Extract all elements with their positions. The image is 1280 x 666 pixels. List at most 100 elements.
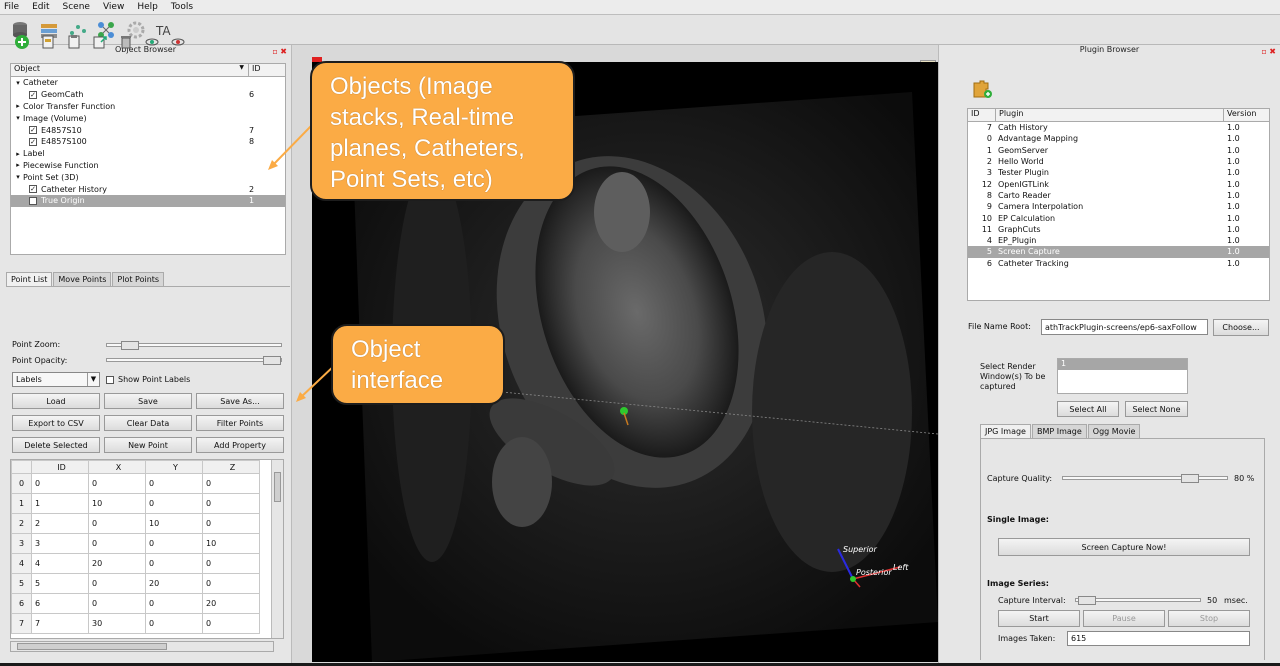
point-opacity-knob[interactable] xyxy=(263,356,281,365)
table-cell[interactable]: 0 xyxy=(88,593,146,614)
plugin-col-version[interactable]: Version xyxy=(1224,109,1256,121)
tree-item[interactable]: ▸ Color Transfer Function xyxy=(11,101,285,113)
tab-plot-points[interactable]: Plot Points xyxy=(112,272,165,286)
plugin-row[interactable]: 5 Screen Capture 1.0 xyxy=(968,246,1269,258)
new-point-button[interactable]: New Point xyxy=(104,437,192,453)
add-object-icon[interactable] xyxy=(14,34,30,50)
table-row[interactable]: 4 4 20 0 0 xyxy=(11,553,260,574)
table-row[interactable]: 7 7 30 0 0 xyxy=(11,613,260,634)
table-vertical-scrollbar[interactable] xyxy=(271,460,283,638)
id-column-header[interactable]: ID xyxy=(249,64,261,76)
menu-edit[interactable]: Edit xyxy=(32,2,49,12)
expand-arrow-icon[interactable]: ▾ xyxy=(13,79,23,87)
table-cell[interactable]: 0 xyxy=(88,473,146,494)
collapse-arrow-icon[interactable]: ▸ xyxy=(13,161,23,169)
plugin-row[interactable]: 9 Camera Interpolation 1.0 xyxy=(968,201,1269,212)
plugin-col-name[interactable]: Plugin xyxy=(996,109,1224,121)
row-header[interactable]: 1 xyxy=(11,493,32,514)
point-zoom-slider[interactable] xyxy=(106,341,282,350)
start-button[interactable]: Start xyxy=(998,610,1080,627)
filter-points-button[interactable]: Filter Points xyxy=(196,415,284,431)
table-row[interactable]: 00000 xyxy=(11,473,260,494)
capture-interval-slider[interactable] xyxy=(1075,596,1201,605)
dock-close-icon[interactable]: ▫ ✖ xyxy=(1261,47,1276,56)
choose-button[interactable]: Choose... xyxy=(1213,319,1269,336)
table-cell[interactable]: 20 xyxy=(145,573,203,594)
point-zoom-knob[interactable] xyxy=(121,341,139,350)
tree-item[interactable]: ▸ Label xyxy=(11,148,285,160)
col-header-z[interactable]: Z xyxy=(202,460,260,474)
point-opacity-slider[interactable] xyxy=(106,356,282,365)
tree-item[interactable]: ✓ E4857S10 7 xyxy=(11,124,285,136)
tree-item[interactable]: ✓ E4857S100 8 xyxy=(11,136,285,148)
plugin-row[interactable]: 8 Carto Reader 1.0 xyxy=(968,190,1269,201)
menu-scene[interactable]: Scene xyxy=(63,2,90,12)
add-plugin-icon[interactable] xyxy=(972,79,994,102)
table-cell[interactable]: 0 xyxy=(145,593,203,614)
dock-close-icon[interactable]: ▫ ✖ xyxy=(272,47,287,56)
row-header[interactable]: 5 xyxy=(11,573,32,594)
menu-help[interactable]: Help xyxy=(137,2,158,12)
table-cell[interactable]: 0 xyxy=(202,613,260,634)
plugin-row[interactable]: 1 GeomServer 1.0 xyxy=(968,145,1269,156)
table-hscroll-thumb[interactable] xyxy=(17,643,167,650)
show-point-labels[interactable]: Show Point Labels xyxy=(106,375,190,384)
table-cell[interactable]: 0 xyxy=(202,513,260,534)
expand-arrow-icon[interactable]: ▾ xyxy=(13,173,23,181)
table-cell[interactable]: 0 xyxy=(145,613,203,634)
load-button[interactable]: Load xyxy=(12,393,100,409)
table-cell[interactable]: 0 xyxy=(145,473,203,494)
save-button[interactable]: Save xyxy=(104,393,192,409)
menu-view[interactable]: View xyxy=(103,2,124,12)
visibility-checkbox[interactable] xyxy=(29,196,37,205)
images-taken-field[interactable]: 615 xyxy=(1067,631,1250,646)
render-window-item[interactable]: 1 xyxy=(1058,359,1187,370)
hide-icon[interactable] xyxy=(170,34,186,50)
plugin-row[interactable]: 0 Advantage Mapping 1.0 xyxy=(968,133,1269,144)
save-as-button[interactable]: Save As... xyxy=(196,393,284,409)
table-cell[interactable]: 0 xyxy=(31,473,89,494)
table-cell[interactable]: 30 xyxy=(88,613,146,634)
tree-item[interactable]: ▾ Catheter xyxy=(11,77,285,89)
object-column-header[interactable]: Object ▼ xyxy=(11,64,249,76)
table-cell[interactable]: 0 xyxy=(145,553,203,574)
table-cell[interactable]: 10 xyxy=(202,533,260,554)
table-row[interactable]: 1 1 10 0 0 xyxy=(11,493,260,514)
show-icon[interactable] xyxy=(144,34,160,50)
visibility-checkbox[interactable]: ✓ xyxy=(29,126,37,135)
tab-ogg-movie[interactable]: Ogg Movie xyxy=(1087,424,1141,438)
row-header[interactable]: 4 xyxy=(11,553,32,574)
capture-quality-slider[interactable] xyxy=(1062,474,1228,483)
visibility-checkbox[interactable]: ✓ xyxy=(29,137,37,146)
select-all-button[interactable]: Select All xyxy=(1057,401,1119,417)
tab-move-points[interactable]: Move Points xyxy=(53,272,112,286)
row-header[interactable]: 6 xyxy=(11,593,32,614)
table-cell[interactable]: 6 xyxy=(31,593,89,614)
table-cell[interactable]: 10 xyxy=(88,493,146,514)
capture-quality-knob[interactable] xyxy=(1181,474,1199,483)
table-row[interactable]: 5 5 0 20 0 xyxy=(11,573,260,594)
capture-interval-knob[interactable] xyxy=(1078,596,1096,605)
table-cell[interactable]: 2 xyxy=(31,513,89,534)
plugin-row[interactable]: 10 EP Calculation 1.0 xyxy=(968,212,1269,223)
table-cell[interactable]: 0 xyxy=(88,533,146,554)
pause-button[interactable]: Pause xyxy=(1083,610,1165,627)
trash-icon[interactable] xyxy=(118,34,134,50)
expand-arrow-icon[interactable]: ▾ xyxy=(13,114,23,122)
clear-data-button[interactable]: Clear Data xyxy=(104,415,192,431)
table-cell[interactable]: 0 xyxy=(145,493,203,514)
table-row[interactable]: 6 6 0 0 20 xyxy=(11,593,260,614)
tree-item[interactable]: ▾ Point Set (3D) xyxy=(11,171,285,183)
table-cell[interactable]: 7 xyxy=(31,613,89,634)
table-cell[interactable]: 20 xyxy=(88,553,146,574)
visibility-checkbox[interactable]: ✓ xyxy=(29,185,37,194)
row-header[interactable]: 3 xyxy=(11,533,32,554)
plugin-row[interactable]: 7 Cath History 1.0 xyxy=(968,122,1269,133)
table-cell[interactable]: 0 xyxy=(202,493,260,514)
plugin-row[interactable]: 12 OpenIGTLink 1.0 xyxy=(968,178,1269,189)
table-scroll-thumb[interactable] xyxy=(274,472,281,502)
row-header[interactable]: 0 xyxy=(11,473,32,494)
table-row[interactable]: 2 2 0 10 0 xyxy=(11,513,260,534)
table-cell[interactable]: 0 xyxy=(88,513,146,534)
screen-capture-now-button[interactable]: Screen Capture Now! xyxy=(998,538,1250,556)
